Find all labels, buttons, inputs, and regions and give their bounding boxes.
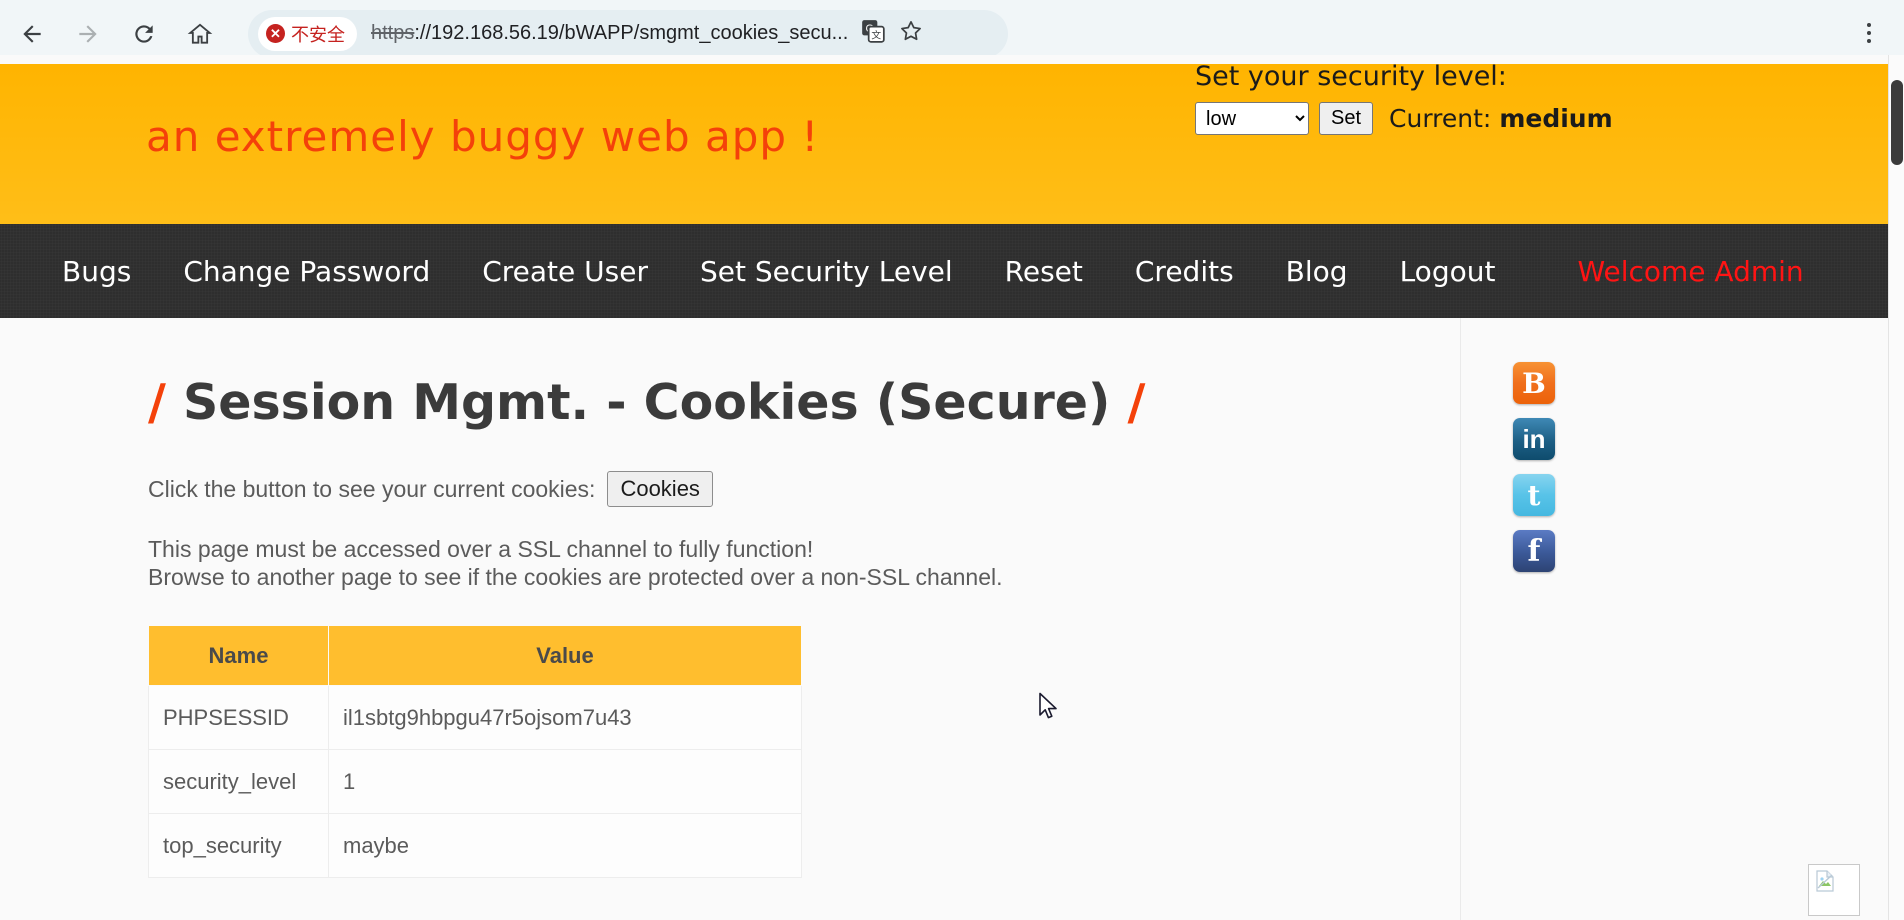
table-row: top_security maybe bbox=[148, 813, 802, 879]
nav-item-change-password[interactable]: Change Password bbox=[183, 255, 430, 288]
translate-icon[interactable]: G 文 bbox=[860, 18, 886, 49]
column-header-value: Value bbox=[328, 625, 802, 687]
current-prefix: Current: bbox=[1389, 104, 1500, 133]
facebook-glyph: f bbox=[1527, 533, 1541, 569]
nav-item-create-user[interactable]: Create User bbox=[482, 255, 648, 288]
current-value: medium bbox=[1499, 104, 1613, 133]
menu-dot bbox=[1867, 39, 1871, 43]
right-sidebar: B in t f bbox=[1460, 318, 1888, 920]
broken-image-icon bbox=[1816, 870, 1834, 892]
url-scheme: https bbox=[371, 22, 415, 44]
browser-menu-button[interactable] bbox=[1848, 12, 1890, 54]
twitter-icon[interactable]: t bbox=[1513, 474, 1555, 516]
reload-button[interactable] bbox=[120, 10, 168, 58]
current-security-level: Current: medium bbox=[1389, 104, 1613, 133]
scrollbar-thumb[interactable] bbox=[1891, 80, 1903, 165]
linkedin-icon[interactable]: in bbox=[1513, 418, 1555, 460]
twitter-glyph: t bbox=[1527, 478, 1541, 512]
cookie-name: PHPSESSID bbox=[148, 685, 329, 751]
facebook-icon[interactable]: f bbox=[1513, 530, 1555, 572]
menu-dot bbox=[1867, 23, 1871, 27]
home-button[interactable] bbox=[176, 10, 224, 58]
title-slash-left: / bbox=[148, 374, 166, 431]
social-links: B in t f bbox=[1513, 362, 1555, 586]
menu-dot bbox=[1867, 31, 1871, 35]
nav-item-credits[interactable]: Credits bbox=[1135, 255, 1234, 288]
title-slash-right: / bbox=[1127, 374, 1146, 431]
not-secure-label: 不安全 bbox=[291, 24, 345, 46]
security-level-select[interactable]: low medium high bbox=[1195, 102, 1309, 135]
site-security-chip[interactable]: ✕ 不安全 bbox=[258, 16, 357, 51]
page-viewport: an extremely buggy web app ! Set your se… bbox=[0, 55, 1904, 920]
table-row: security_level 1 bbox=[148, 749, 802, 815]
blogger-glyph: B bbox=[1522, 366, 1546, 400]
main-navigation: Bugs Change Password Create User Set Sec… bbox=[0, 224, 1888, 318]
cookie-value: maybe bbox=[328, 813, 802, 879]
site-banner: an extremely buggy web app ! Set your se… bbox=[0, 61, 1888, 224]
nav-item-reset[interactable]: Reset bbox=[1005, 255, 1083, 288]
blogger-icon[interactable]: B bbox=[1513, 362, 1555, 404]
cookies-button[interactable]: Cookies bbox=[607, 471, 713, 507]
url-rest: ://192.168.56.19/bWAPP/smgmt_cookies_sec… bbox=[414, 22, 849, 44]
ssl-notice-line2: Browse to another page to see if the coo… bbox=[148, 564, 1003, 591]
cookie-prompt-label: Click the button to see your current coo… bbox=[148, 475, 596, 502]
cookie-value: 1 bbox=[328, 749, 802, 815]
linkedin-glyph: in bbox=[1522, 423, 1546, 454]
set-security-button[interactable]: Set bbox=[1319, 102, 1374, 135]
cookie-value: il1sbtg9hbpgu47r5ojsom7u43 bbox=[328, 685, 802, 751]
broken-image-placeholder bbox=[1808, 864, 1860, 916]
site-tagline: an extremely buggy web app ! bbox=[146, 112, 820, 161]
not-secure-icon: ✕ bbox=[266, 24, 285, 43]
nav-item-set-security-level[interactable]: Set Security Level bbox=[700, 255, 953, 288]
security-level-widget: Set your security level: low medium high… bbox=[1195, 61, 1613, 135]
title-text: Session Mgmt. - Cookies (Secure) bbox=[165, 374, 1128, 431]
table-row: PHPSESSID il1sbtg9hbpgu47r5ojsom7u43 bbox=[148, 685, 802, 751]
back-button[interactable] bbox=[8, 10, 56, 58]
bwapp-page: an extremely buggy web app ! Set your se… bbox=[0, 55, 1888, 920]
bookmark-star-icon[interactable] bbox=[898, 18, 924, 49]
nav-item-logout[interactable]: Logout bbox=[1400, 255, 1496, 288]
nav-item-bugs[interactable]: Bugs bbox=[62, 255, 131, 288]
cookie-name: top_security bbox=[148, 813, 329, 879]
ssl-notice: This page must be accessed over a SSL ch… bbox=[148, 535, 1460, 591]
cookie-name: security_level bbox=[148, 749, 329, 815]
nav-item-blog[interactable]: Blog bbox=[1286, 255, 1348, 288]
url-text: https://192.168.56.19/bWAPP/smgmt_cookie… bbox=[371, 22, 848, 45]
column-header-name: Name bbox=[148, 625, 329, 687]
table-header-row: Name Value bbox=[148, 625, 802, 687]
welcome-admin-label[interactable]: Welcome Admin bbox=[1577, 255, 1803, 288]
svg-text:文: 文 bbox=[872, 29, 882, 42]
security-level-label: Set your security level: bbox=[1195, 61, 1507, 92]
forward-button[interactable] bbox=[64, 10, 112, 58]
cookie-prompt-row: Click the button to see your current coo… bbox=[148, 471, 1460, 507]
main-content: / Session Mgmt. - Cookies (Secure) / Cli… bbox=[0, 318, 1460, 879]
ssl-notice-line1: This page must be accessed over a SSL ch… bbox=[148, 536, 814, 562]
page-title: / Session Mgmt. - Cookies (Secure) / bbox=[148, 374, 1460, 431]
cookies-table: Name Value PHPSESSID il1sbtg9hbpgu47r5oj… bbox=[148, 625, 802, 879]
address-bar[interactable]: ✕ 不安全 https://192.168.56.19/bWAPP/smgmt_… bbox=[248, 9, 1008, 58]
page-scrollbar[interactable] bbox=[1888, 55, 1904, 920]
